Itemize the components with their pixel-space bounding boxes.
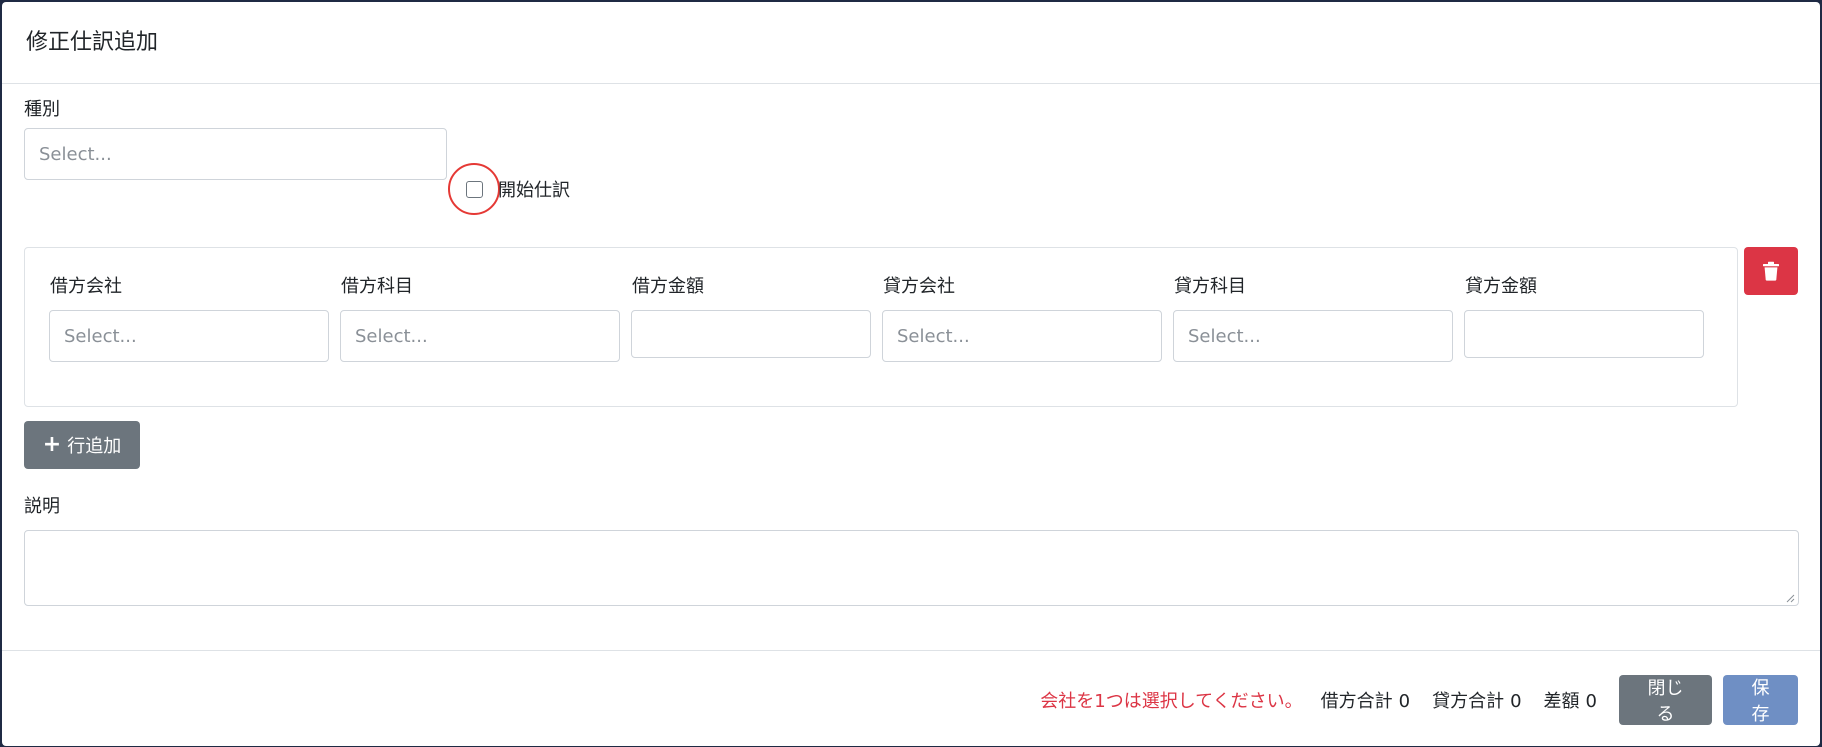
header-credit-account: 貸方科目	[1174, 276, 1246, 297]
credit-company-placeholder: Select...	[897, 325, 970, 347]
journal-lines-card: 借方会社 借方科目 借方金額 貸方会社 貸方科目 貸方金額 Select... …	[24, 247, 1738, 407]
footer-actions: 会社を1つは選択してください。 借方合計 0 貸方合計 0 差額 0 閉じる 保存	[1040, 675, 1798, 725]
type-select[interactable]: Select...	[24, 128, 447, 180]
credit-total-label: 貸方合計	[1432, 691, 1505, 712]
debit-total-label: 借方合計	[1320, 691, 1393, 712]
header-debit-company: 借方会社	[50, 276, 122, 297]
debit-account-select[interactable]: Select...	[340, 310, 620, 362]
resize-handle-icon[interactable]	[1785, 593, 1795, 603]
debit-account-placeholder: Select...	[355, 325, 428, 347]
add-row-button[interactable]: + 行追加	[24, 421, 140, 469]
header-debit-amount: 借方金額	[632, 276, 704, 297]
debit-total: 借方合計 0	[1321, 687, 1410, 713]
description-label: 説明	[24, 496, 60, 517]
modal-footer: 会社を1つは選択してください。 借方合計 0 貸方合計 0 差額 0 閉じる 保存	[2, 650, 1820, 746]
debit-amount-input[interactable]	[631, 310, 871, 358]
debit-company-select[interactable]: Select...	[49, 310, 329, 362]
save-button[interactable]: 保存	[1723, 675, 1798, 725]
debit-company-placeholder: Select...	[64, 325, 137, 347]
difference: 差額 0	[1544, 687, 1597, 713]
plus-icon: +	[42, 432, 62, 457]
difference-value: 0	[1585, 691, 1597, 712]
type-label: 種別	[24, 99, 60, 120]
modal-title: 修正仕訳追加	[26, 29, 159, 55]
credit-amount-input[interactable]	[1464, 310, 1704, 358]
credit-company-select[interactable]: Select...	[882, 310, 1162, 362]
credit-account-placeholder: Select...	[1188, 325, 1261, 347]
description-textarea[interactable]	[24, 530, 1799, 606]
debit-total-value: 0	[1398, 691, 1411, 712]
close-button[interactable]: 閉じる	[1619, 675, 1712, 725]
difference-label: 差額	[1543, 691, 1580, 712]
type-select-placeholder: Select...	[39, 143, 112, 165]
trash-icon	[1763, 261, 1779, 281]
header-credit-company: 貸方会社	[883, 276, 955, 297]
header-credit-amount: 貸方金額	[1465, 276, 1537, 297]
opening-entry-label[interactable]: 開始仕訳	[498, 176, 570, 202]
modal-header: 修正仕訳追加	[2, 2, 1820, 84]
modal-body: 種別 Select... 開始仕訳 借方会社 借方科目 借方金額 貸方会社 貸方…	[2, 84, 1820, 650]
opening-entry-checkbox[interactable]	[465, 180, 483, 198]
highlight-circle	[448, 163, 500, 215]
credit-total: 貸方合計 0	[1432, 687, 1521, 713]
add-adjusting-entry-modal: 修正仕訳追加 種別 Select... 開始仕訳 借方会社 借方科目 借方金額 …	[2, 2, 1820, 746]
header-debit-account: 借方科目	[341, 276, 413, 297]
add-row-label: 行追加	[67, 436, 122, 457]
opening-entry-checkbox-group: 開始仕訳	[448, 163, 570, 215]
delete-row-button[interactable]	[1744, 247, 1798, 295]
credit-total-value: 0	[1510, 691, 1522, 712]
validation-warning: 会社を1つは選択してください。	[1040, 691, 1303, 712]
credit-account-select[interactable]: Select...	[1173, 310, 1453, 362]
